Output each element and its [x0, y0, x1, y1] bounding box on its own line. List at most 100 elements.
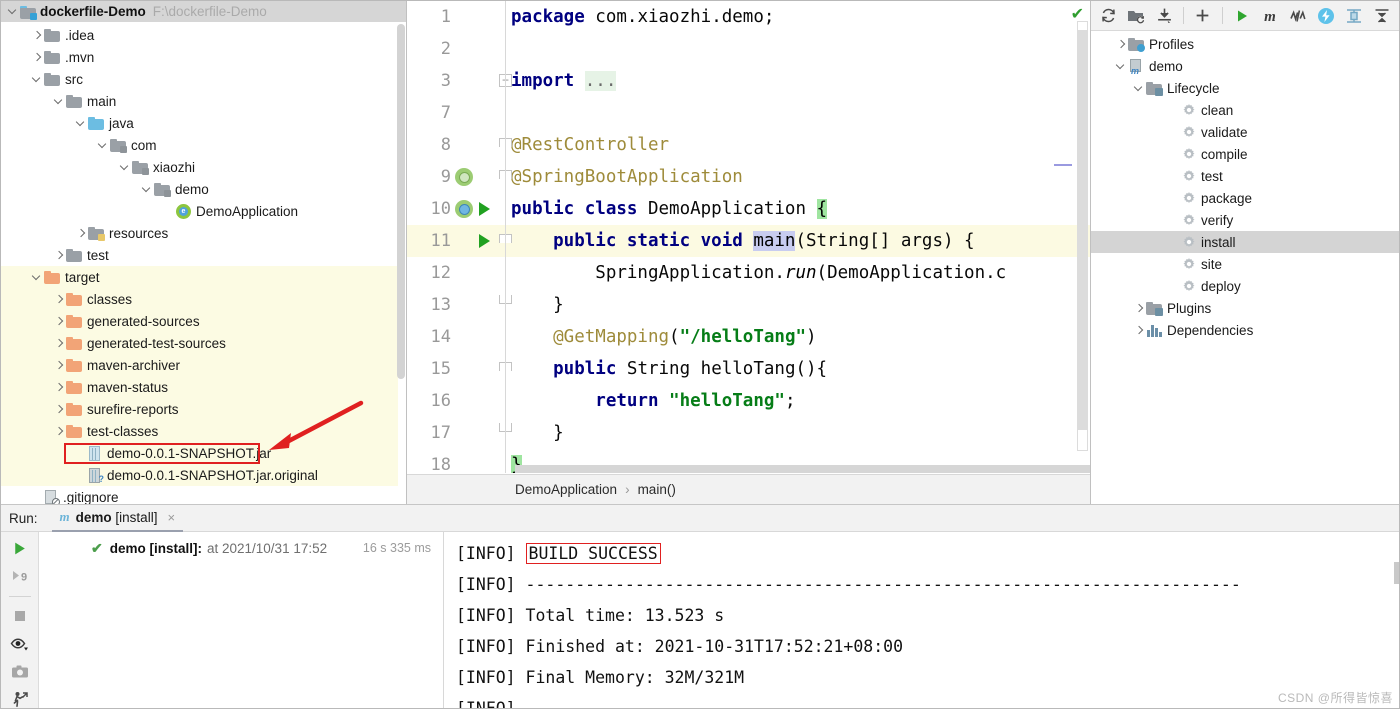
gutter-icons[interactable]: [451, 449, 505, 473]
code-line[interactable]: 8 @RestController: [407, 129, 1090, 161]
maven-tree-row[interactable]: verify: [1091, 209, 1399, 231]
chevron-down-icon[interactable]: [1133, 82, 1146, 95]
run-gutter-icon[interactable]: [479, 234, 490, 248]
tree-row[interactable]: .idea: [1, 24, 406, 46]
chevron-down-icon[interactable]: [31, 271, 44, 284]
run-result-tree[interactable]: ✔ demo [install]: at 2021/10/31 17:52 16…: [39, 532, 444, 708]
code-line[interactable]: 11 public static void main(String[] args…: [407, 225, 1090, 257]
run-with-coverage-icon[interactable]: [8, 689, 32, 708]
gutter-icons[interactable]: [451, 289, 505, 321]
code-line[interactable]: 13 }: [407, 289, 1090, 321]
code-text[interactable]: import ...: [507, 71, 617, 91]
editor-gutter[interactable]: 16: [407, 385, 507, 417]
export-icon[interactable]: [8, 661, 32, 682]
editor-gutter[interactable]: 9: [407, 161, 512, 193]
chevron-right-icon[interactable]: [1115, 38, 1128, 51]
code-line[interactable]: 10 public class DemoApplication {: [407, 193, 1090, 225]
project-tool-window[interactable]: dockerfile-Demo F:\dockerfile-Demo .idea…: [1, 1, 407, 504]
run-sidebar-toolbar[interactable]: 9: [1, 532, 39, 708]
code-text[interactable]: @RestController: [507, 135, 669, 155]
chevron-right-icon[interactable]: [75, 227, 88, 240]
show-passed-icon[interactable]: [8, 633, 32, 654]
tree-row[interactable]: resources: [1, 222, 406, 244]
chevron-right-icon[interactable]: [1133, 302, 1146, 315]
editor-gutter[interactable]: 18: [407, 449, 507, 473]
gutter-icons[interactable]: [451, 225, 505, 257]
chevron-right-icon[interactable]: [53, 249, 66, 262]
tree-row[interactable]: classes: [1, 288, 406, 310]
chevron-down-icon[interactable]: [1115, 60, 1128, 73]
tree-row[interactable]: xiaozhi: [1, 156, 406, 178]
tree-row[interactable]: surefire-reports: [1, 398, 406, 420]
editor-scrollbar[interactable]: [1077, 21, 1088, 451]
tree-row[interactable]: demo: [1, 178, 406, 200]
tree-row[interactable]: .gitignore: [1, 486, 406, 504]
code-line[interactable]: 17 }: [407, 417, 1090, 449]
maven-tree-row[interactable]: Lifecycle: [1091, 77, 1399, 99]
run-result-row[interactable]: ✔ demo [install]: at 2021/10/31 17:52 16…: [39, 538, 443, 558]
tree-row[interactable]: e DemoApplication: [1, 200, 406, 222]
chevron-right-icon[interactable]: [31, 29, 44, 42]
project-scrollbar-thumb[interactable]: [397, 24, 405, 379]
code-text[interactable]: public static void main(String[] args) {: [507, 231, 975, 251]
code-text[interactable]: @GetMapping("/helloTang"): [507, 327, 816, 347]
code-line[interactable]: 12 SpringApplication.run(DemoApplication…: [407, 257, 1090, 289]
breadcrumb[interactable]: DemoApplication › main(): [407, 474, 1090, 504]
tree-row[interactable]: generated-sources: [1, 310, 406, 332]
console-output[interactable]: [INFO] BUILD SUCCESS [INFO] -------------…: [444, 532, 1399, 708]
editor-gutter[interactable]: 17: [407, 417, 512, 449]
gutter-icons[interactable]: [451, 1, 505, 33]
maven-tree-row[interactable]: Dependencies: [1091, 319, 1399, 341]
editor-gutter[interactable]: 15: [407, 353, 512, 385]
gutter-icons[interactable]: [451, 385, 505, 417]
maven-tool-window[interactable]: m Profiles m demo Lifecycle clean validate com…: [1091, 1, 1399, 504]
maven-toolbar[interactable]: m: [1091, 1, 1399, 31]
chevron-down-icon[interactable]: [97, 139, 110, 152]
editor-gutter[interactable]: 2: [407, 33, 507, 65]
maven-tree-row[interactable]: compile: [1091, 143, 1399, 165]
tree-row[interactable]: maven-status: [1, 376, 406, 398]
rerun-failed-icon[interactable]: 9: [8, 566, 32, 587]
breadcrumb-class[interactable]: DemoApplication: [515, 482, 617, 497]
gutter-icons[interactable]: [451, 257, 505, 289]
gutter-icons[interactable]: [451, 321, 505, 353]
editor-gutter[interactable]: 14: [407, 321, 507, 353]
code-line[interactable]: 9 @SpringBootApplication: [407, 161, 1090, 193]
chevron-right-icon[interactable]: [53, 403, 66, 416]
tree-row[interactable]: com: [1, 134, 406, 156]
chevron-right-icon[interactable]: [53, 293, 66, 306]
toggle-offline-icon[interactable]: [1313, 4, 1339, 28]
editor-gutter[interactable]: 10: [407, 193, 507, 225]
stop-icon[interactable]: [8, 606, 32, 627]
code-text[interactable]: public class DemoApplication {: [507, 199, 828, 219]
run-maven-build-icon[interactable]: [1229, 4, 1255, 28]
code-text[interactable]: return "helloTang";: [507, 391, 795, 411]
spring-bean-gutter-icon[interactable]: [455, 200, 473, 218]
chevron-right-icon[interactable]: [53, 359, 66, 372]
editor-scrollbar-thumb[interactable]: [1078, 30, 1087, 430]
chevron-right-icon[interactable]: [1133, 324, 1146, 337]
code-text[interactable]: SpringApplication.run(DemoApplication.c: [507, 263, 1006, 283]
editor-gutter[interactable]: 12: [407, 257, 507, 289]
code-line[interactable]: 16 return "helloTang";: [407, 385, 1090, 417]
maven-tree-row[interactable]: install: [1091, 231, 1399, 253]
project-tree[interactable]: .idea .mvn src main java com xiaozhi demo e DemoA…: [1, 22, 406, 504]
gutter-icons[interactable]: [451, 353, 505, 385]
run-gutter-icon[interactable]: [479, 202, 490, 216]
code-text[interactable]: public String helloTang(){: [507, 359, 827, 379]
code-line[interactable]: 1 package com.xiaozhi.demo;: [407, 1, 1090, 33]
code-editor[interactable]: 1 package com.xiaozhi.demo; 2 3 import ... 7 8…: [407, 1, 1091, 504]
chevron-right-icon[interactable]: [31, 51, 44, 64]
gutter-icons[interactable]: [451, 417, 505, 449]
tree-row[interactable]: maven-archiver: [1, 354, 406, 376]
code-line[interactable]: 14 @GetMapping("/helloTang"): [407, 321, 1090, 353]
chevron-right-icon[interactable]: [53, 337, 66, 350]
code-lines[interactable]: 1 package com.xiaozhi.demo; 2 3 import ... 7 8…: [407, 1, 1090, 473]
tree-row[interactable]: main: [1, 90, 406, 112]
maven-tree-row[interactable]: validate: [1091, 121, 1399, 143]
gutter-icons[interactable]: [451, 193, 505, 225]
chevron-down-icon[interactable]: [53, 95, 66, 108]
tree-row[interactable]: java: [1, 112, 406, 134]
maven-tree-row[interactable]: m demo: [1091, 55, 1399, 77]
breadcrumb-method[interactable]: main(): [638, 482, 676, 497]
